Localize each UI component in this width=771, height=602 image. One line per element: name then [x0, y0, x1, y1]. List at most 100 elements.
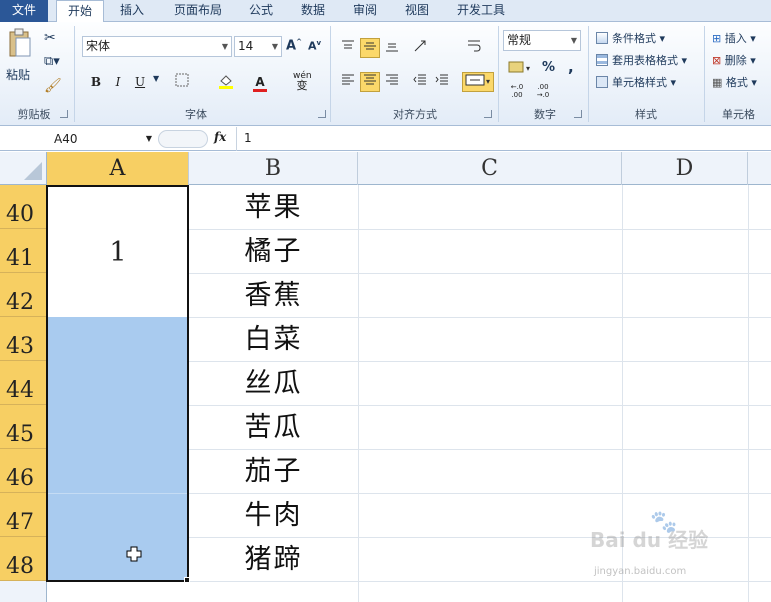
cell-b41[interactable]: 橘子: [189, 229, 358, 273]
row-header-47[interactable]: 47: [0, 493, 47, 537]
group-divider: [74, 26, 75, 122]
shrink-font-icon[interactable]: Av: [308, 39, 321, 53]
comma-button[interactable]: ,: [568, 58, 574, 76]
font-size-value: 14: [238, 39, 254, 53]
row-header-49[interactable]: [0, 581, 47, 602]
row-header-41[interactable]: 41: [0, 229, 47, 273]
cell-styles-button[interactable]: 单元格样式 ▾: [596, 74, 676, 90]
name-box[interactable]: A40 ▼: [48, 130, 154, 148]
format-label: 格式: [725, 76, 748, 89]
paste-icon[interactable]: [6, 28, 34, 60]
format-as-table-button[interactable]: 套用表格格式 ▾: [596, 52, 687, 68]
ribbon-tab-bar: 文件 开始 插入 页面布局 公式 数据 审阅 视图 开发工具: [0, 0, 771, 23]
paste-button-label[interactable]: 粘贴: [6, 66, 30, 83]
number-format-combo[interactable]: 常规 ▼: [503, 30, 581, 51]
tab-formulas[interactable]: 公式: [240, 0, 282, 22]
cell-b42[interactable]: 香蕉: [189, 273, 358, 317]
wrap-text-icon[interactable]: [464, 38, 484, 58]
row-header-44[interactable]: 44: [0, 361, 47, 405]
cell-b40[interactable]: 苹果: [189, 185, 358, 229]
insert-function-icon[interactable]: fx: [214, 130, 226, 144]
tab-developer[interactable]: 开发工具: [450, 0, 512, 22]
insert-icon: ⊞: [712, 32, 722, 45]
cell-styles-label: 单元格样式: [612, 76, 667, 89]
cursor-plus-icon: [126, 546, 142, 562]
tab-file[interactable]: 文件: [0, 0, 48, 22]
column-header-b[interactable]: B: [189, 152, 358, 185]
align-middle-icon[interactable]: [360, 38, 380, 58]
chevron-down-icon[interactable]: ▼: [153, 74, 159, 83]
orientation-icon[interactable]: [412, 38, 432, 58]
cell-b45[interactable]: 苦瓜: [189, 405, 358, 449]
decrease-decimal-icon[interactable]: .00 →.0: [530, 82, 556, 102]
formula-bar-splitter[interactable]: [158, 130, 208, 148]
merge-center-button[interactable]: ▾: [462, 72, 494, 92]
format-cells-button[interactable]: ▦ 格式 ▾: [712, 74, 757, 90]
row-header-46[interactable]: 46: [0, 449, 47, 493]
column-header-a[interactable]: A: [47, 152, 189, 185]
percent-button[interactable]: %: [542, 60, 555, 75]
alignment-launcher-icon[interactable]: [484, 110, 492, 118]
format-painter-icon[interactable]: 🖌: [44, 78, 62, 94]
gridline: [358, 185, 359, 602]
align-center-icon[interactable]: [360, 72, 380, 92]
cut-icon[interactable]: ✂: [44, 30, 56, 46]
font-name-combo[interactable]: 宋体 ▼: [82, 36, 232, 57]
clipboard-launcher-icon[interactable]: [60, 110, 68, 118]
chevron-down-icon: ▼: [221, 42, 228, 51]
number-format-value: 常规: [507, 33, 532, 47]
underline-button[interactable]: U: [130, 72, 150, 92]
number-launcher-icon[interactable]: [574, 110, 582, 118]
column-header-row: A B C D: [0, 152, 771, 185]
cell-b46[interactable]: 茄子: [189, 449, 358, 493]
tab-insert[interactable]: 插入: [110, 0, 154, 22]
column-header-e[interactable]: [748, 152, 771, 185]
paw-icon: 🐾: [650, 510, 678, 535]
column-header-d[interactable]: D: [622, 152, 748, 185]
formula-input[interactable]: 1: [244, 131, 252, 145]
watermark-url: jingyan.baidu.com: [594, 566, 687, 577]
decrease-indent-icon[interactable]: [410, 72, 430, 92]
tab-review[interactable]: 审阅: [344, 0, 386, 22]
insert-cells-button[interactable]: ⊞ 插入 ▾: [712, 30, 756, 46]
cell-b43[interactable]: 白菜: [189, 317, 358, 361]
align-left-icon[interactable]: [338, 72, 358, 92]
increase-indent-icon[interactable]: [432, 72, 452, 92]
chevron-down-icon: ▼: [145, 134, 152, 143]
conditional-format-button[interactable]: 条件格式 ▾: [596, 30, 665, 46]
align-bottom-icon[interactable]: [382, 38, 402, 58]
row-header-48[interactable]: 48: [0, 537, 47, 581]
tab-home[interactable]: 开始: [56, 0, 104, 23]
border-icon[interactable]: [172, 72, 192, 92]
row-header-43[interactable]: 43: [0, 317, 47, 361]
delete-cells-button[interactable]: ⊠ 删除 ▾: [712, 52, 756, 68]
select-all-corner[interactable]: [0, 152, 47, 185]
cell-b48[interactable]: 猪蹄: [189, 537, 358, 581]
row-header-40[interactable]: 40: [0, 185, 47, 229]
tab-page-layout[interactable]: 页面布局: [162, 0, 234, 22]
phonetic-guide-icon[interactable]: wén 变: [292, 70, 312, 91]
align-right-icon[interactable]: [382, 72, 402, 92]
row-header-42[interactable]: 42: [0, 273, 47, 317]
tab-data[interactable]: 数据: [292, 0, 334, 22]
font-launcher-icon[interactable]: [318, 110, 326, 118]
align-top-icon[interactable]: [338, 38, 358, 58]
font-size-combo[interactable]: 14 ▼: [234, 36, 282, 57]
increase-decimal-icon[interactable]: ←.0.00: [504, 82, 530, 102]
chevron-down-icon: ▼: [271, 42, 278, 51]
table-icon: [596, 54, 608, 66]
cell-b47[interactable]: 牛肉: [189, 493, 358, 537]
cell-b44[interactable]: 丝瓜: [189, 361, 358, 405]
currency-icon[interactable]: ▾: [506, 58, 536, 78]
italic-button[interactable]: I: [108, 72, 128, 92]
row-header-45[interactable]: 45: [0, 405, 47, 449]
column-header-c[interactable]: C: [358, 152, 622, 185]
copy-icon[interactable]: ⧉▾: [44, 54, 60, 69]
formula-bar: A40 ▼ fx 1: [0, 127, 771, 151]
grow-font-icon[interactable]: A^: [286, 38, 302, 53]
tab-view[interactable]: 视图: [396, 0, 438, 22]
font-color-icon[interactable]: A: [250, 72, 270, 92]
bold-button[interactable]: B: [86, 72, 106, 92]
group-divider: [588, 26, 589, 122]
fill-color-icon[interactable]: [216, 72, 236, 92]
